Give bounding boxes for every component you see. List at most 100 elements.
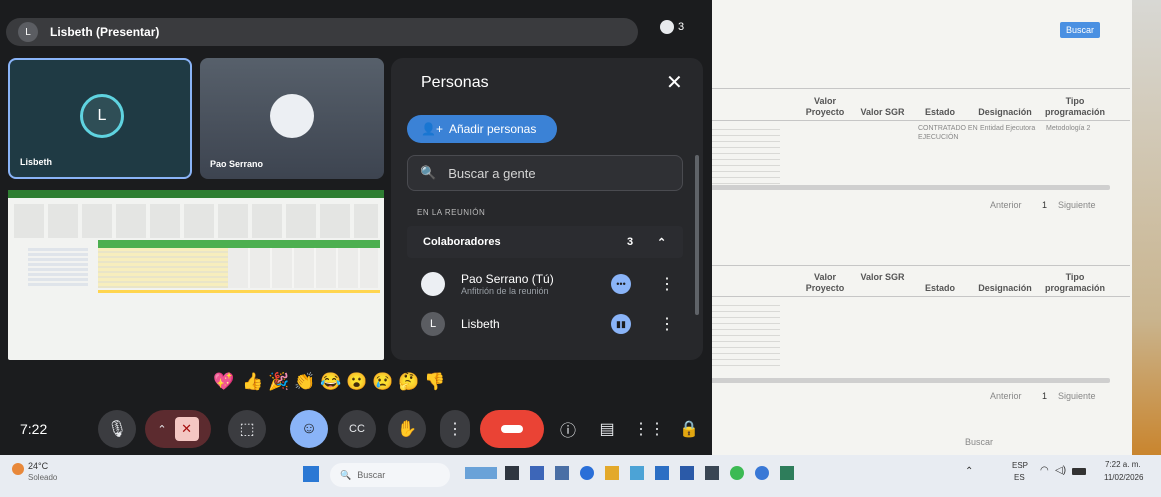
microphone-button[interactable]: 🎙 bbox=[98, 410, 136, 448]
app-icon[interactable] bbox=[730, 466, 744, 480]
doc-scrollbar[interactable] bbox=[710, 185, 1110, 190]
doc-search-label: Buscar bbox=[965, 437, 994, 447]
doc-header: Designación bbox=[978, 283, 1032, 293]
doc-page: 1 bbox=[1042, 200, 1048, 210]
app-icon[interactable] bbox=[780, 466, 794, 480]
tray-lang[interactable]: ESP bbox=[1012, 461, 1028, 470]
more-vertical-icon[interactable]: ⋮ bbox=[659, 314, 675, 334]
doc-header: Valor Proyecto bbox=[805, 96, 845, 117]
laugh-reaction[interactable]: 😂 bbox=[320, 372, 341, 392]
close-icon[interactable]: ✕ bbox=[666, 70, 683, 95]
tray-chevron-icon[interactable]: ⌃ bbox=[965, 466, 973, 477]
volume-icon[interactable]: ◁) bbox=[1055, 465, 1066, 476]
doc-header: Estado bbox=[924, 283, 955, 293]
doc-cell: Entidad Ejecutora bbox=[980, 125, 1036, 132]
doc-header: Valor SGR bbox=[860, 272, 905, 282]
host-controls-button[interactable]: 🔒 bbox=[674, 410, 704, 448]
doc-prev[interactable]: Anterior bbox=[990, 201, 1022, 210]
video-tile-pao[interactable]: Pao Serrano bbox=[200, 58, 384, 179]
doc-search-button[interactable]: Buscar bbox=[1060, 22, 1101, 38]
doc-scrollbar[interactable] bbox=[710, 378, 1110, 383]
taskbar-time[interactable]: 7:22 a. m. bbox=[1105, 460, 1141, 469]
thumbs-down-reaction[interactable]: 👎 bbox=[424, 372, 445, 392]
clap-reaction[interactable]: 👏 bbox=[294, 372, 315, 392]
start-icon[interactable] bbox=[303, 466, 319, 482]
collaborators-group[interactable]: Colaboradores 3 ⌃ bbox=[407, 226, 683, 258]
speaking-icon: ▮▮ bbox=[611, 314, 631, 334]
tile-name: Lisbeth bbox=[20, 157, 53, 167]
group-count: 3 bbox=[627, 236, 634, 248]
present-button[interactable]: ⬚ bbox=[228, 410, 266, 448]
sad-reaction[interactable]: 😢 bbox=[372, 372, 393, 392]
leave-call-button[interactable] bbox=[480, 410, 544, 448]
wifi-icon[interactable]: ◠ bbox=[1040, 465, 1049, 476]
raise-hand-button[interactable]: ✋ bbox=[388, 410, 426, 448]
heart-reaction[interactable]: 💖 bbox=[213, 372, 234, 392]
thumbs-up-reaction[interactable]: 👍 bbox=[242, 372, 263, 392]
participant-row[interactable]: L Lisbeth ▮▮ ⋮ bbox=[421, 306, 681, 342]
panel-scrollbar[interactable] bbox=[695, 155, 699, 315]
thinking-reaction[interactable]: 🤔 bbox=[398, 372, 419, 392]
doc-next[interactable]: Siguiente bbox=[1058, 201, 1096, 210]
app-icon[interactable] bbox=[755, 466, 769, 480]
search-placeholder: Buscar bbox=[357, 470, 386, 480]
avatar bbox=[270, 94, 314, 138]
group-label: Colaboradores bbox=[423, 236, 501, 248]
tray-lang-2: ES bbox=[1014, 473, 1025, 482]
app-icon[interactable] bbox=[530, 466, 544, 480]
hand-icon: ✋ bbox=[397, 421, 417, 438]
reaction-button[interactable]: ☺ bbox=[290, 410, 328, 448]
add-person-icon: 👤+ bbox=[421, 122, 443, 136]
app-icon[interactable] bbox=[680, 466, 694, 480]
meeting-time: 7:22 bbox=[20, 421, 48, 437]
camera-off-icon: ✕ bbox=[174, 417, 199, 441]
app-icon[interactable] bbox=[605, 466, 619, 480]
more-vertical-icon: ⋮ bbox=[447, 421, 463, 438]
doc-header: Tipo programación bbox=[1044, 272, 1105, 293]
more-options-button[interactable]: ⋮ bbox=[440, 410, 470, 448]
doc-text-block bbox=[710, 300, 780, 370]
app-icon[interactable] bbox=[705, 466, 719, 480]
activities-button[interactable]: ⋮⋮ bbox=[633, 410, 665, 448]
taskbar: 24°C Soleado 🔍 Buscar ⌃ ESP ES ◠ ◁) 7:22… bbox=[0, 455, 1161, 497]
party-reaction[interactable]: 🎉 bbox=[268, 372, 289, 392]
app-icon[interactable] bbox=[505, 466, 519, 480]
app-icon[interactable] bbox=[655, 466, 669, 480]
battery-icon[interactable] bbox=[1072, 468, 1086, 475]
panel-title: Personas bbox=[421, 74, 489, 91]
doc-page: 1 bbox=[1042, 391, 1048, 401]
more-vertical-icon[interactable]: ⋮ bbox=[659, 274, 675, 294]
captions-button[interactable]: CC bbox=[338, 410, 376, 448]
app-icon[interactable] bbox=[580, 466, 594, 480]
app-icon[interactable] bbox=[465, 467, 497, 479]
window-edge bbox=[1132, 0, 1161, 455]
microphone-icon: 🎙 bbox=[106, 421, 128, 438]
taskbar-search[interactable]: 🔍 Buscar bbox=[330, 463, 450, 487]
surprised-reaction[interactable]: 😮 bbox=[346, 372, 367, 392]
search-icon: 🔍 bbox=[420, 165, 437, 180]
chat-button[interactable]: ▤ bbox=[592, 410, 622, 448]
people-panel: Personas ✕ 👤+ Añadir personas 🔍 Buscar a… bbox=[391, 58, 703, 360]
weather-desc: Soleado bbox=[28, 473, 58, 482]
participant-row[interactable]: Pao Serrano (Tú) Anfitrión de la reunión… bbox=[421, 266, 681, 302]
taskbar-date[interactable]: 11/02/2026 bbox=[1104, 473, 1143, 482]
participants-indicator[interactable]: 3 bbox=[660, 20, 684, 34]
doc-cell: CONTRATADO EN EJECUCIÓN bbox=[918, 125, 978, 141]
audio-level-icon: ••• bbox=[611, 274, 631, 294]
video-tile-lisbeth[interactable]: L Lisbeth bbox=[8, 58, 192, 179]
present-icon: ⬚ bbox=[239, 421, 255, 438]
doc-text-block bbox=[710, 124, 780, 184]
screen-share-preview[interactable] bbox=[8, 190, 384, 360]
presenter-title: Lisbeth (Presentar) bbox=[50, 25, 160, 39]
doc-header: Valor Proyecto bbox=[805, 272, 845, 293]
app-icon[interactable] bbox=[555, 466, 569, 480]
doc-next[interactable]: Siguiente bbox=[1058, 392, 1096, 401]
people-icon bbox=[660, 20, 674, 34]
search-people-input[interactable]: 🔍 Buscar a gente bbox=[407, 155, 683, 191]
camera-button[interactable]: ⌃ ✕ bbox=[145, 410, 211, 448]
weather-icon bbox=[12, 463, 24, 475]
doc-prev[interactable]: Anterior bbox=[990, 392, 1022, 401]
app-icon[interactable] bbox=[630, 466, 644, 480]
add-people-button[interactable]: 👤+ Añadir personas bbox=[407, 115, 557, 143]
info-button[interactable]: ⓘ bbox=[553, 410, 583, 448]
